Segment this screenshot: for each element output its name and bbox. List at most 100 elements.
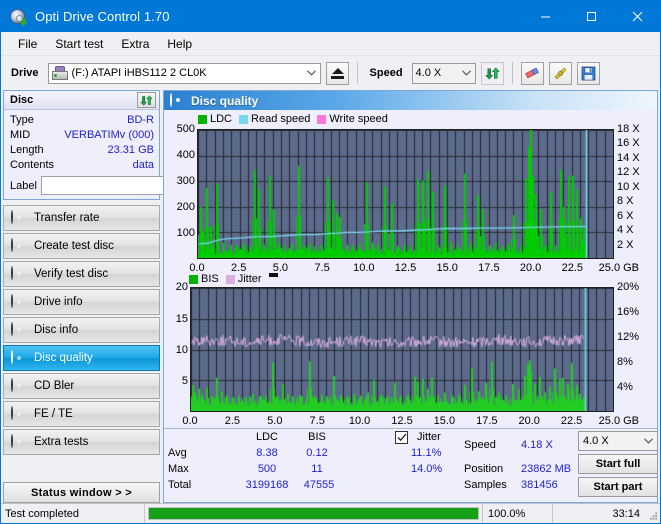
bitsetting-button[interactable] xyxy=(548,61,572,85)
close-button[interactable] xyxy=(614,1,660,32)
plug-icon xyxy=(554,67,567,79)
legend-bis: BIS xyxy=(189,273,219,285)
eject-button[interactable] xyxy=(325,61,349,85)
start-part-button[interactable]: Start part xyxy=(578,477,658,497)
axis-tick-label: 4% xyxy=(617,381,633,394)
axis-tick-label: 10 X xyxy=(617,180,640,193)
disc-row-mid: MID VERBATIMv (000) xyxy=(10,128,154,143)
title-bar: Opti Drive Control 1.70 xyxy=(1,1,660,32)
charts-container: LDC Read speed Write speed 100 200 300 4… xyxy=(164,110,657,428)
axis-tick-label: 200 xyxy=(176,201,195,213)
disc-swirl-icon xyxy=(11,322,25,337)
stats-bis-avg: 0.12 xyxy=(306,447,328,459)
sidebar-item-create-test-disc[interactable]: Create test disc xyxy=(3,233,160,259)
legend-swatch-bis xyxy=(189,274,198,284)
menu-extra[interactable]: Extra xyxy=(112,34,158,54)
stats-jitter-max: 14.0% xyxy=(411,463,443,475)
disc-panel-title: Disc xyxy=(10,94,34,106)
sidebar-item-transfer-rate[interactable]: Transfer rate xyxy=(3,205,160,231)
ldc-plot-area[interactable] xyxy=(197,129,614,259)
axis-tick-label: 25.0 GB xyxy=(598,262,640,274)
legend-scroll-marker xyxy=(268,273,278,278)
minimize-button[interactable] xyxy=(522,1,568,32)
axis-tick-label: 2 X xyxy=(617,238,634,251)
stats-samples-value: 381456 xyxy=(521,479,558,491)
disc-type-label: Type xyxy=(10,114,34,126)
axis-tick-label: 300 xyxy=(176,175,195,187)
legend-ldc: LDC xyxy=(198,113,232,125)
axis-tick-label: 400 xyxy=(176,149,195,161)
disc-mid-value: VERBATIMv (000) xyxy=(64,129,154,141)
start-full-button[interactable]: Start full xyxy=(578,454,658,474)
bis-chart-legend: BIS Jitter xyxy=(189,273,278,285)
menu-bar: File Start test Extra Help xyxy=(1,32,660,56)
axis-tick-label: 10.0 xyxy=(353,262,375,274)
axis-tick-label: 2.5 xyxy=(231,262,247,274)
sidebar-item-disc-info[interactable]: Disc info xyxy=(3,317,160,343)
axis-tick-label: 17.5 xyxy=(478,262,500,274)
sidebar-item-extra-tests[interactable]: Extra tests xyxy=(3,429,160,455)
disc-quality-panel: Disc quality LDC Read speed Write speed … xyxy=(163,90,658,503)
status-message: Test completed xyxy=(1,504,145,523)
stats-speed-value: 4.18 X xyxy=(521,439,553,451)
sidebar-item-disc-quality[interactable]: Disc quality xyxy=(3,345,160,371)
axis-tick-label: 15 xyxy=(175,312,188,325)
menu-start-test[interactable]: Start test xyxy=(46,34,112,54)
disc-row-length: Length 23.31 GB xyxy=(10,143,154,158)
axis-tick-label: 5.0 xyxy=(267,415,283,428)
status-window-button[interactable]: Status window > > xyxy=(3,482,160,503)
sidebar-item-cd-bler[interactable]: CD Bler xyxy=(3,373,160,399)
disc-info-panel: Disc Type BD-R MID VERBATIMv (000) Lengt… xyxy=(3,90,243,200)
stats-row-total-label: Total xyxy=(168,479,192,491)
bis-plot-area[interactable] xyxy=(190,287,614,413)
legend-jitter: Jitter xyxy=(225,273,262,285)
test-speed-select[interactable]: 4.0 X xyxy=(578,431,658,451)
erase-button[interactable] xyxy=(520,61,544,85)
stats-col-bis: BIS xyxy=(308,431,326,443)
stats-bis-total: 47555 xyxy=(303,479,335,491)
axis-tick-label: 18 X xyxy=(617,123,640,135)
resize-grip[interactable] xyxy=(648,504,660,523)
stats-speed-label: Speed xyxy=(464,439,496,451)
save-button[interactable] xyxy=(576,61,600,85)
menu-help[interactable]: Help xyxy=(158,34,201,54)
disc-refresh-button[interactable] xyxy=(137,92,156,108)
axis-tick-label: 0.0 xyxy=(189,262,205,274)
axis-tick-label: 500 xyxy=(176,123,195,135)
legend-label: Read speed xyxy=(251,113,311,125)
toolbar-divider-1 xyxy=(356,62,358,84)
stats-row-avg-label: Avg xyxy=(168,447,187,459)
axis-tick-label: 12.5 xyxy=(394,262,417,274)
sidebar-item-fe-te[interactable]: FE / TE xyxy=(3,401,160,427)
legend-label: LDC xyxy=(210,113,233,125)
speed-select[interactable]: 4.0 X xyxy=(411,62,476,84)
legend-label: Write speed xyxy=(329,113,388,125)
sidebar: Disc Type BD-R MID VERBATIMv (000) Lengt… xyxy=(3,90,243,503)
disc-swirl-icon xyxy=(11,434,25,449)
sidebar-item-label: Disc info xyxy=(34,324,79,336)
stats-ldc-total: 3199168 xyxy=(245,479,289,491)
test-speed-value: 4.0 X xyxy=(583,435,609,447)
jitter-label: Jitter xyxy=(417,431,441,443)
progress-fill xyxy=(149,508,478,519)
chevron-down-icon xyxy=(639,438,657,444)
stats-col-ldc: LDC xyxy=(255,431,278,443)
stats-ldc-max: 500 xyxy=(257,463,277,475)
legend-write-speed: Write speed xyxy=(317,113,388,125)
menu-file[interactable]: File xyxy=(9,34,46,54)
refresh-button[interactable] xyxy=(480,61,504,85)
sidebar-item-verify-test-disc[interactable]: Verify test disc xyxy=(3,261,160,287)
bis-plot-wrap: 5 10 15 20 4% 8% 12% 16% 20% 0.0 2.5 5.0 7.5 10.0 12… xyxy=(164,273,657,428)
maximize-button[interactable] xyxy=(568,1,614,32)
eraser-icon xyxy=(525,67,539,79)
window-controls xyxy=(522,1,660,32)
disc-type-value: BD-R xyxy=(127,114,154,126)
sidebar-item-drive-info[interactable]: Drive info xyxy=(3,289,160,315)
axis-tick-label: 20 xyxy=(175,281,188,294)
axis-tick-label: 0.0 xyxy=(182,415,198,428)
disc-swirl-icon xyxy=(11,266,25,281)
jitter-checkbox[interactable] xyxy=(395,431,408,444)
drive-select[interactable]: (F:) ATAPI iHBS112 2 CL0K xyxy=(47,62,321,84)
chevron-down-icon xyxy=(303,64,320,83)
sidebar-item-label: Disc quality xyxy=(34,352,93,364)
